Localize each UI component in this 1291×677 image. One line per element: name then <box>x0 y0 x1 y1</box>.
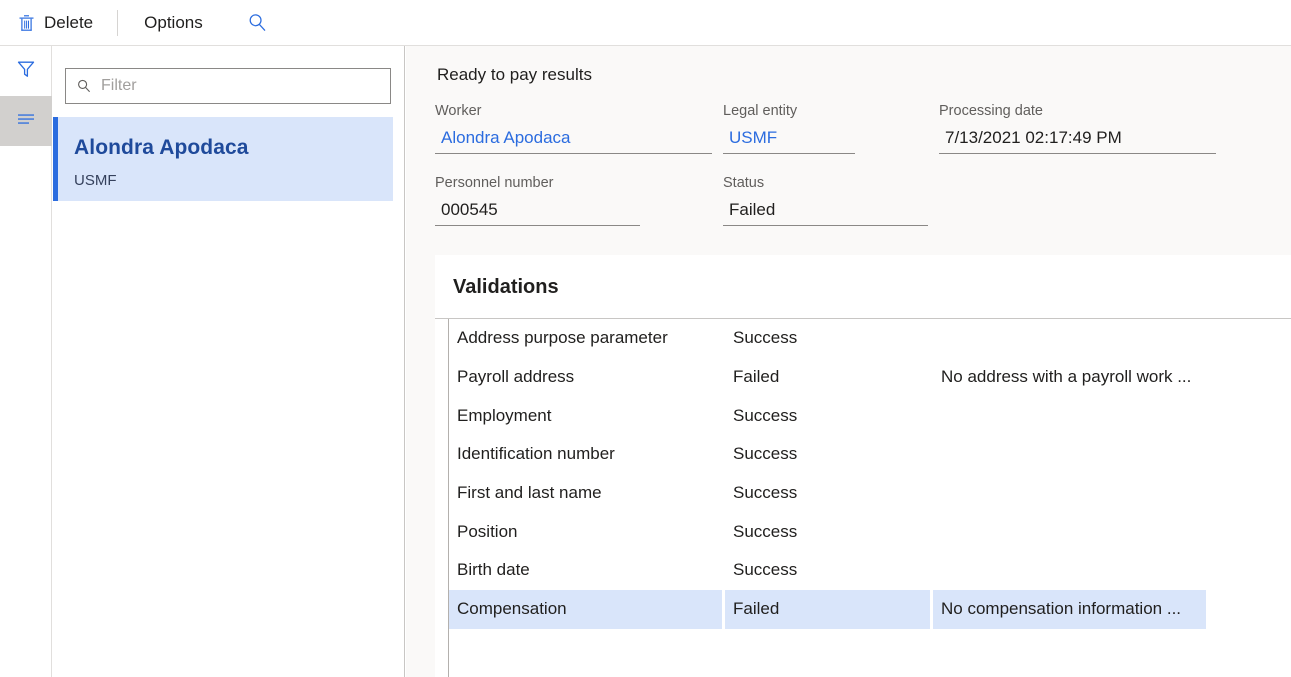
personnel-number-value[interactable]: 000545 <box>435 200 640 226</box>
table-row[interactable]: Position Success <box>449 512 1291 551</box>
table-row[interactable]: Payroll address Failed No address with a p… <box>449 358 1291 397</box>
validations-title: Validations <box>453 276 559 298</box>
validation-name-cell[interactable]: Payroll address <box>449 358 722 397</box>
page-title: Ready to pay results <box>437 65 592 84</box>
table-row[interactable]: First and last name Success <box>449 474 1291 513</box>
validation-status-cell[interactable]: Failed <box>725 358 930 397</box>
toolbar-divider <box>117 9 119 36</box>
legal-entity-field: Legal entity USMF <box>723 103 855 154</box>
worker-value[interactable]: Alondra Apodaca <box>435 128 712 154</box>
validation-status-cell[interactable]: Success <box>725 474 930 513</box>
list-item[interactable]: Alondra Apodaca USMF <box>53 117 393 201</box>
validation-status-cell[interactable]: Failed <box>725 589 930 629</box>
validation-message-cell[interactable] <box>933 512 1206 551</box>
validation-message-cell[interactable]: No address with a payroll work ... <box>933 358 1206 397</box>
validation-message-cell[interactable] <box>933 435 1206 474</box>
table-row[interactable]: Employment Success <box>449 396 1291 435</box>
validation-status-cell[interactable]: Success <box>725 435 930 474</box>
validation-message-cell[interactable] <box>933 551 1206 590</box>
table-row[interactable]: Identification number Success <box>449 435 1291 474</box>
delete-button-label: Delete <box>44 12 94 32</box>
options-button[interactable]: Options <box>134 7 213 39</box>
validation-status-cell[interactable]: Success <box>725 512 930 551</box>
worker-label: Worker <box>435 103 482 119</box>
validation-name-cell[interactable]: Birth date <box>449 551 722 590</box>
records-list-panel: Alondra Apodaca USMF <box>53 46 405 677</box>
search-icon <box>248 13 267 32</box>
detail-pane: Ready to pay results Worker Alondra Apod… <box>406 46 1291 677</box>
status-field: Status Failed <box>723 175 928 226</box>
legal-entity-value[interactable]: USMF <box>723 128 855 154</box>
validation-name-cell[interactable]: First and last name <box>449 474 722 513</box>
worker-field: Worker Alondra Apodaca <box>435 103 712 154</box>
validations-card: Validations Address purpose parameter Suc… <box>435 255 1291 677</box>
table-row[interactable]: Birth date Success <box>449 551 1291 590</box>
status-value[interactable]: Failed <box>723 200 928 226</box>
validation-status-cell[interactable]: Success <box>725 319 930 358</box>
filter-field-wrapper <box>65 68 391 104</box>
validation-name-cell[interactable]: Address purpose parameter <box>449 319 722 358</box>
table-row[interactable]: Address purpose parameter Success <box>449 319 1291 358</box>
personnel-number-label: Personnel number <box>435 175 554 191</box>
validation-name-cell[interactable]: Employment <box>449 396 722 435</box>
list-item-title: Alondra Apodaca <box>74 136 249 159</box>
validation-name-cell[interactable]: Compensation <box>449 589 722 629</box>
funnel-filter-icon <box>15 58 37 85</box>
processing-date-field: Processing date 7/13/2021 02:17:49 PM <box>939 103 1216 154</box>
left-rail <box>0 46 52 677</box>
list-lines-icon <box>15 108 37 135</box>
validation-message-cell[interactable] <box>933 474 1206 513</box>
list-item-subtitle: USMF <box>74 172 117 189</box>
processing-date-label: Processing date <box>939 103 1043 119</box>
validation-message-cell[interactable] <box>933 396 1206 435</box>
processing-date-value[interactable]: 7/13/2021 02:17:49 PM <box>939 128 1216 154</box>
search-icon <box>77 79 91 93</box>
validation-status-cell[interactable]: Success <box>725 396 930 435</box>
validation-name-cell[interactable]: Identification number <box>449 435 722 474</box>
rail-list-button[interactable] <box>0 96 52 146</box>
app-toolbar: Delete Options <box>0 0 1291 46</box>
validation-message-cell[interactable]: No compensation information ... <box>933 589 1206 629</box>
filter-input[interactable] <box>101 77 371 95</box>
status-label: Status <box>723 175 765 191</box>
options-button-label: Options <box>144 12 203 32</box>
validations-card-header: Validations <box>435 255 1291 318</box>
filter-box[interactable] <box>65 68 391 104</box>
table-row[interactable]: Compensation Failed No compensation inform… <box>449 589 1291 629</box>
personnel-number-field: Personnel number 000545 <box>435 175 640 226</box>
toolbar-search-button[interactable] <box>241 7 275 39</box>
validation-status-cell[interactable]: Success <box>725 551 930 590</box>
validation-message-cell[interactable] <box>933 319 1206 358</box>
rail-filter-button[interactable] <box>0 46 52 96</box>
legal-entity-label: Legal entity <box>723 103 798 119</box>
validations-grid: Address purpose parameter Success Payroll … <box>448 319 1291 677</box>
trash-icon <box>18 14 35 32</box>
validation-name-cell[interactable]: Position <box>449 512 722 551</box>
delete-button[interactable]: Delete <box>8 7 103 39</box>
